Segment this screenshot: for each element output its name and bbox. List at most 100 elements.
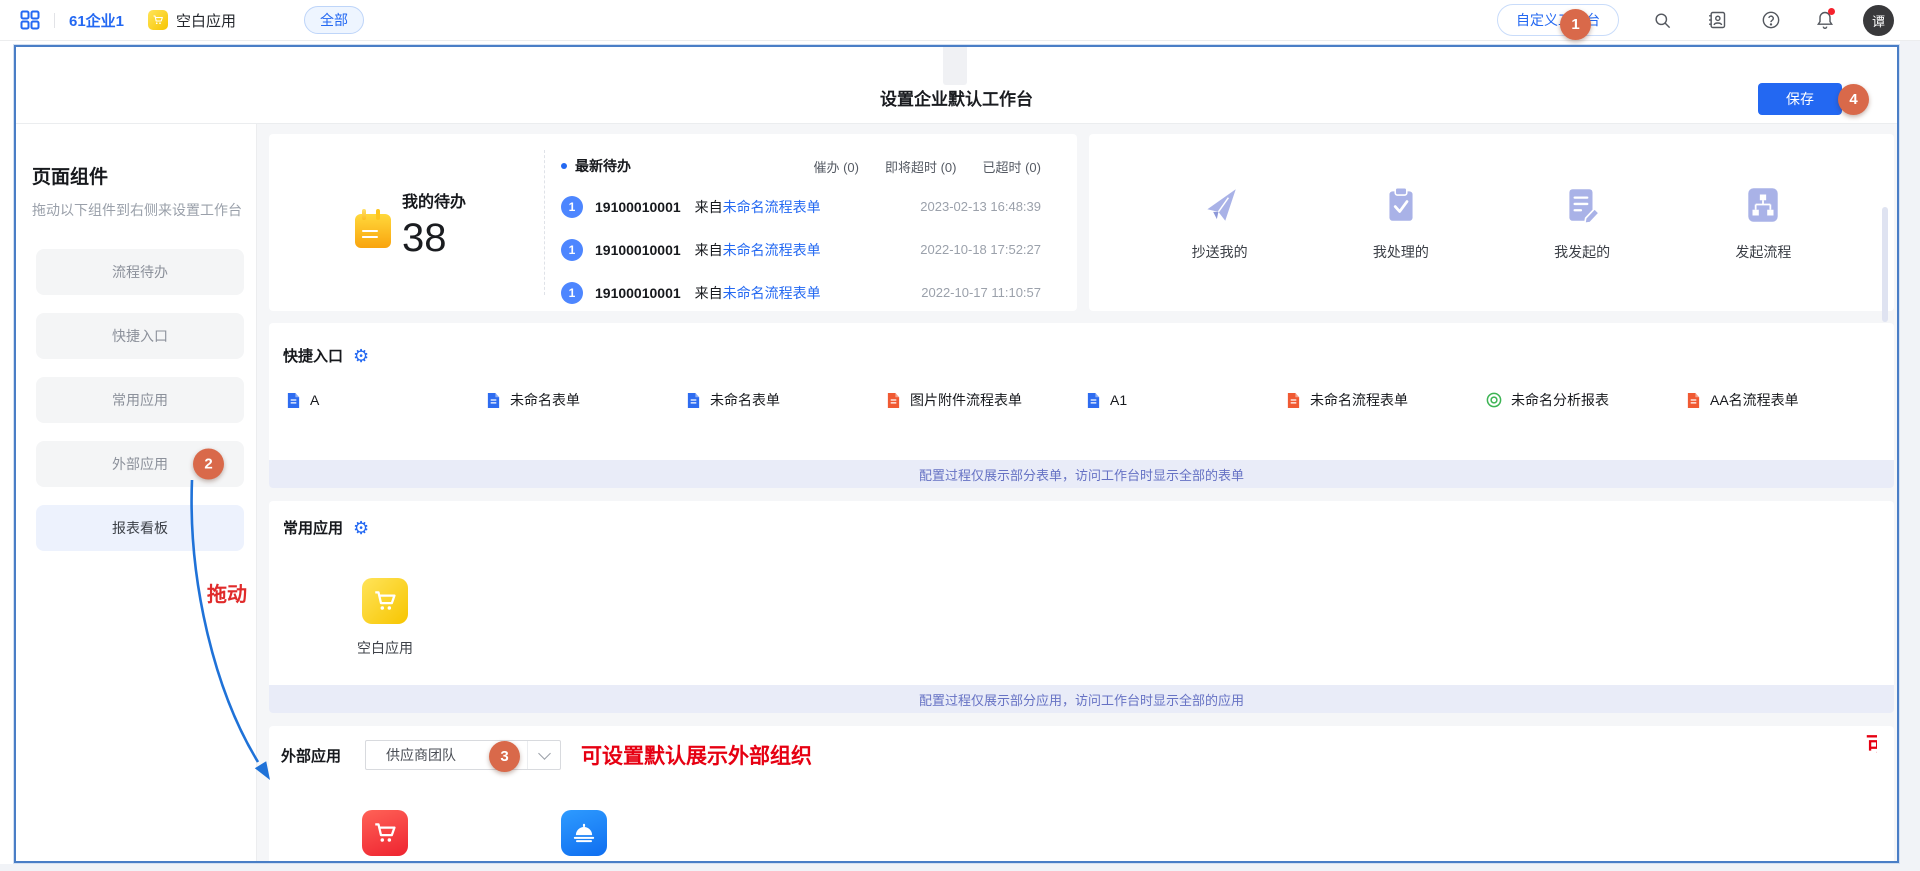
flow-entries-card: 抄送我的 我处理的 — [1089, 134, 1894, 311]
doc-edit-icon — [1561, 184, 1603, 226]
sidebar-item-common-apps[interactable]: 常用应用 — [36, 377, 244, 423]
shortcut-label: 未命名表单 — [510, 390, 580, 410]
item-source-prefix: 来自 — [695, 242, 723, 258]
sidebar-item-label: 报表看板 — [112, 518, 168, 538]
user-avatar[interactable]: 谭 — [1863, 5, 1894, 36]
item-form-link[interactable]: 未命名流程表单 — [723, 285, 821, 301]
panel-header: 设置企业默认工作台 保存 4 — [16, 47, 1897, 124]
shortcut-form[interactable]: A — [286, 390, 486, 410]
entry-label: 我发起的 — [1554, 242, 1610, 262]
entry-started-by-me[interactable]: 我发起的 — [1554, 184, 1610, 262]
item-time: 2023-02-13 16:48:39 — [920, 199, 1041, 214]
common-apps-title: 常用应用 — [283, 517, 343, 538]
entry-handled-by-me[interactable]: 我处理的 — [1373, 184, 1429, 262]
topbar-right: 自定义工作台 1 谭 — [1497, 4, 1894, 36]
item-source-prefix: 来自 — [695, 199, 723, 215]
company-name[interactable]: 61企业1 — [69, 10, 124, 31]
components-sidebar: 页面组件 拖动以下组件到右侧来设置工作台 流程待办 快捷入口 常用应用 外部应用… — [16, 124, 257, 861]
item-source: 来自未命名流程表单 — [695, 283, 821, 303]
contacts-icon[interactable] — [1706, 10, 1727, 31]
shortcut-form[interactable]: 未命名表单 — [686, 390, 886, 410]
sidebar-title: 页面组件 — [32, 162, 242, 189]
item-form-link[interactable]: 未命名流程表单 — [723, 199, 821, 215]
external-apps-title: 外部应用 — [281, 745, 341, 766]
annotation-badge-2: 2 — [193, 449, 224, 480]
external-org-select[interactable]: 供应商团队 3 — [365, 740, 561, 770]
shortcut-form[interactable]: A1 — [1086, 390, 1286, 410]
item-count-avatar: 1 — [561, 196, 583, 218]
cart-icon — [372, 588, 398, 614]
common-apps-card: 常用应用 ⚙ 空白应用 配置过程仅展示部分应用，访问工作台时显示全部的应用 — [269, 501, 1894, 713]
shortcut-label: 图片附件流程表单 — [910, 390, 1022, 410]
todo-title: 我的待办 — [402, 188, 466, 212]
sidebar-item-external-apps[interactable]: 外部应用 2 — [36, 441, 244, 487]
item-source: 来自未命名流程表单 — [695, 197, 821, 217]
shortcut-label: 未命名流程表单 — [1310, 390, 1408, 410]
page-title: 设置企业默认工作台 — [16, 85, 1897, 110]
entry-label: 我处理的 — [1373, 242, 1429, 262]
app-tile-blank-app[interactable] — [362, 578, 408, 624]
item-time: 2022-10-17 11:10:57 — [921, 285, 1041, 300]
tab-urge[interactable]: 催办 (0) — [813, 157, 859, 176]
entry-cc-to-me[interactable]: 抄送我的 — [1192, 184, 1248, 262]
form-doc-icon — [1086, 392, 1101, 409]
apps-grid-icon[interactable] — [20, 10, 40, 30]
sidebar-item-report-board[interactable]: 报表看板 — [36, 505, 244, 551]
item-source-prefix: 来自 — [695, 285, 723, 301]
selected-org: 供应商团队 — [366, 745, 456, 765]
divider — [54, 13, 55, 28]
shortcut-process-form[interactable]: 图片附件流程表单 — [886, 390, 1086, 410]
chevron-down-icon — [527, 741, 560, 769]
notification-bell-icon[interactable] — [1814, 10, 1835, 31]
todo-list-item[interactable]: 1 19100010001 来自未命名流程表单 2022-10-17 11:10… — [561, 280, 1041, 305]
entry-label: 抄送我的 — [1192, 242, 1248, 262]
quick-entry-title: 快捷入口 — [283, 345, 343, 366]
process-doc-icon — [1686, 392, 1701, 409]
todo-list-item[interactable]: 1 19100010001 来自未命名流程表单 2022-10-18 17:52… — [561, 237, 1041, 262]
item-form-link[interactable]: 未命名流程表单 — [723, 242, 821, 258]
scrollbar-thumb[interactable] — [1882, 207, 1888, 322]
sidebar-item-label: 流程待办 — [112, 262, 168, 282]
process-doc-icon — [1286, 392, 1301, 409]
todo-list-item[interactable]: 1 19100010001 来自未命名流程表单 2023-02-13 16:48… — [561, 194, 1041, 219]
todo-calendar-icon — [355, 214, 391, 248]
shortcut-label: 未命名表单 — [710, 390, 780, 410]
forms-notice-bar: 配置过程仅展示部分表单，访问工作台时显示全部的表单 — [269, 460, 1894, 488]
red-annotation: 可设置默认展示外部组织 — [581, 740, 812, 770]
sidebar-item-process-todo[interactable]: 流程待办 — [36, 249, 244, 295]
scope-pill-all[interactable]: 全部 — [304, 6, 364, 34]
send-icon — [1199, 184, 1241, 226]
app-name[interactable]: 空白应用 — [176, 10, 236, 31]
tab-about-to-timeout[interactable]: 即将超时 (0) — [885, 157, 957, 176]
sidebar-item-label: 快捷入口 — [112, 326, 168, 346]
shortcut-form[interactable]: 未命名表单 — [486, 390, 686, 410]
search-icon[interactable] — [1652, 10, 1673, 31]
item-count-avatar: 1 — [561, 282, 583, 304]
top-handle — [943, 47, 967, 85]
tab-timed-out[interactable]: 已超时 (0) — [982, 157, 1041, 176]
shortcut-process-form[interactable]: AA名流程表单 — [1686, 390, 1886, 410]
todo-count: 38 — [402, 216, 447, 261]
shortcut-report[interactable]: 未命名分析报表 — [1486, 390, 1686, 410]
workbench-preview: 我的待办 38 最新待办 催办 (0) 即将超时 (0) 已超时 (0) — [257, 124, 1897, 861]
save-button[interactable]: 保存 — [1758, 83, 1842, 115]
shortcut-label: A1 — [1110, 392, 1127, 408]
gear-icon[interactable]: ⚙ — [353, 519, 369, 537]
external-app-tile-red[interactable] — [362, 810, 408, 856]
clipboard-check-icon — [1380, 184, 1422, 226]
top-bar: 61企业1 空白应用 全部 自定义工作台 1 谭 — [0, 0, 1920, 41]
shortcut-process-form[interactable]: 未命名流程表单 — [1286, 390, 1486, 410]
entry-start-process[interactable]: 发起流程 — [1735, 184, 1791, 262]
customize-workbench-button[interactable]: 自定义工作台 1 — [1497, 4, 1619, 36]
item-time: 2022-10-18 17:52:27 — [920, 242, 1041, 257]
item-code: 19100010001 — [595, 285, 681, 301]
external-app-tile-blue[interactable] — [561, 810, 607, 856]
help-icon[interactable] — [1760, 10, 1781, 31]
item-code: 19100010001 — [595, 242, 681, 258]
annotation-badge-1: 1 — [1560, 9, 1591, 40]
report-target-icon — [1486, 392, 1502, 408]
item-code: 19100010001 — [595, 199, 681, 215]
sidebar-item-quick-entry[interactable]: 快捷入口 — [36, 313, 244, 359]
shortcut-label: 未命名分析报表 — [1511, 390, 1609, 410]
gear-icon[interactable]: ⚙ — [353, 347, 369, 365]
